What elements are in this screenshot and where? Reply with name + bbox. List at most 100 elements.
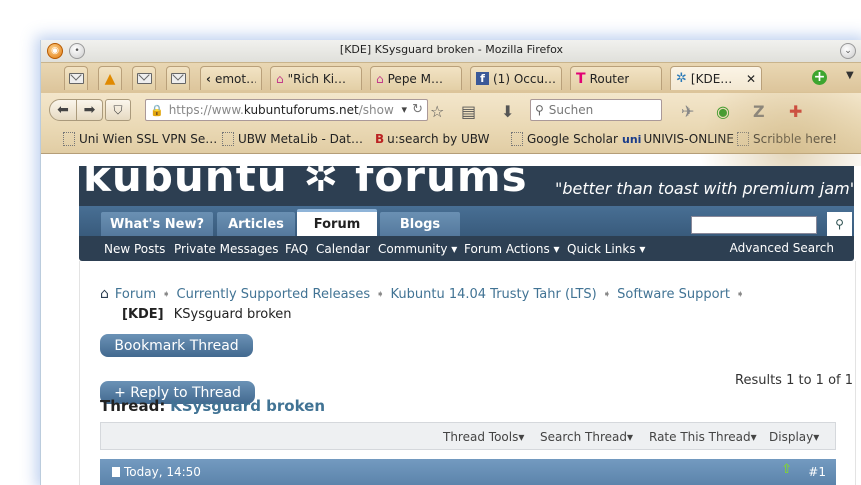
tab-pepe-m[interactable]: ⌂ Pepe M… <box>370 66 462 90</box>
bookmark-ubw-metalib[interactable]: UBW MetaLib - Dat… <box>222 132 363 146</box>
search-input[interactable]: ⚲ Suchen <box>530 99 662 121</box>
bookmark-thread-button[interactable]: Bookmark Thread <box>100 334 253 357</box>
window-collapse-icon[interactable]: ⌄ <box>840 43 856 59</box>
bookmarks-menu-icon[interactable]: ▤ <box>461 102 476 121</box>
zotero-icon[interactable]: Z <box>753 102 765 121</box>
breadcrumb-separator-icon: ➧ <box>376 288 385 300</box>
forum-slogan: "better than toast with premium jam" <box>555 179 854 198</box>
tab-router[interactable]: T Router <box>570 66 662 90</box>
tab-kde-active[interactable]: ✲ [KDE… ✕ <box>670 66 762 90</box>
breadcrumb-supported-releases[interactable]: Currently Supported Releases <box>177 287 371 302</box>
tab-pinned-mail-1[interactable] <box>64 66 88 90</box>
bookmark-scribble[interactable]: Scribble here! <box>737 132 837 146</box>
rate-thread-menu[interactable]: Rate This Thread▾ <box>649 430 757 444</box>
tab-label: Router <box>589 71 630 86</box>
bookmark-icon <box>63 132 75 146</box>
kubuntu-icon: ✲ <box>676 71 687 86</box>
url-domain: kubuntuforums.net <box>243 103 359 117</box>
reload-icon[interactable]: ↻ <box>412 102 423 117</box>
subnav-new-posts[interactable]: New Posts <box>104 242 165 256</box>
mail-icon <box>68 73 84 84</box>
subnav-faq[interactable]: FAQ <box>285 242 308 256</box>
telekom-icon: T <box>576 70 586 87</box>
tab-articles[interactable]: Articles <box>217 212 295 236</box>
bookmark-star-icon[interactable]: ☆ <box>430 102 444 121</box>
home-icon: ⌂ <box>276 71 284 86</box>
tab-list-icon[interactable]: ▼ <box>846 70 854 81</box>
firefox-window: ◉ • [KDE] KSysguard broken - Mozilla Fir… <box>40 40 861 485</box>
thread-tools-menu[interactable]: Thread Tools▾ <box>443 430 524 444</box>
bookmark-usearch[interactable]: Bu:search by UBW <box>375 132 489 146</box>
forum-search-icon[interactable]: ⚲ <box>827 212 852 236</box>
title-bar: ◉ • [KDE] KSysguard broken - Mozilla Fir… <box>41 40 861 62</box>
share-icon[interactable]: ✈ <box>681 102 694 121</box>
breadcrumb-forum[interactable]: Forum <box>115 287 156 302</box>
home-icon: ⌂ <box>376 71 384 86</box>
breadcrumb: ⌂ Forum ➧ Currently Supported Releases ➧… <box>100 286 744 302</box>
url-prefix: https://www. <box>168 103 244 117</box>
back-icon[interactable]: ⬅ <box>49 99 77 121</box>
nav-bar: ⬅ ➡ ⛉ 🔒 https://www. kubuntuforums.net/sh… <box>41 93 861 127</box>
tab-pinned-warning[interactable]: ▲ <box>98 66 122 90</box>
tab-rich-ki[interactable]: ⌂ "Rich Ki… <box>270 66 362 90</box>
addon-green-icon[interactable]: ◉ <box>716 102 730 121</box>
display-menu[interactable]: Display▾ <box>769 430 819 444</box>
bookmark-label: u:search by UBW <box>387 132 490 146</box>
identity-shield-icon[interactable]: ⛉ <box>105 99 131 121</box>
breadcrumb-kubuntu-1404[interactable]: Kubuntu 14.04 Trusty Tahr (LTS) <box>391 287 597 302</box>
bookmark-icon <box>737 132 749 146</box>
forum-nav-tabs: What's New? Articles Forum Blogs ⚲ <box>79 206 854 236</box>
bookmark-univis[interactable]: uni UNIVIS-ONLINE <box>622 132 734 146</box>
download-icon[interactable]: ⬇ <box>501 102 514 121</box>
advanced-search-link[interactable]: Advanced Search <box>730 241 834 255</box>
bookmark-google-scholar[interactable]: Google Scholar <box>511 132 618 146</box>
url-dropdown-icon[interactable]: ▾ <box>401 103 407 116</box>
tab-label: [KDE… <box>690 71 733 86</box>
current-page-title: [KDE] KSysguard broken <box>122 307 292 322</box>
new-tab-icon[interactable]: + <box>812 70 827 85</box>
bookmark-label: UBW MetaLib - Dat… <box>238 132 363 146</box>
warning-icon: ▲ <box>104 70 116 87</box>
thread-label: Thread: <box>100 397 166 415</box>
bookmark-label: Uni Wien SSL VPN Se… <box>79 132 218 146</box>
tab-blogs[interactable]: Blogs <box>380 212 460 236</box>
subnav-private-messages[interactable]: Private Messages <box>174 242 279 256</box>
subnav-community[interactable]: Community ▾ <box>378 242 457 256</box>
breadcrumb-separator-icon: ➧ <box>602 288 612 300</box>
subnav-calendar[interactable]: Calendar <box>316 242 370 256</box>
results-count: Results 1 to 1 of 1 <box>735 373 853 388</box>
tab-emot[interactable]: ‹ emot… <box>200 66 262 90</box>
forum-logo[interactable]: kubuntu ✲ forums <box>83 166 528 201</box>
thread-name[interactable]: KSysguard broken <box>170 397 325 415</box>
tab-whats-new[interactable]: What's New? <box>101 212 213 236</box>
url-bar[interactable]: 🔒 https://www. kubuntuforums.net/show ▾ ↻ <box>145 99 428 121</box>
window-title: [KDE] KSysguard broken - Mozilla Firefox <box>339 43 564 56</box>
post-date: Today, 14:50 <box>112 465 201 479</box>
thread-title: Thread: KSysguard broken <box>100 397 325 415</box>
forum-content: ⌂ Forum ➧ Currently Supported Releases ➧… <box>79 261 856 485</box>
home-icon[interactable]: ⌂ <box>100 286 109 302</box>
subnav-quick-links[interactable]: Quick Links ▾ <box>567 242 645 256</box>
bookmark-label: UNIVIS-ONLINE <box>643 132 734 146</box>
breadcrumb-software-support[interactable]: Software Support <box>617 287 730 302</box>
bookmark-icon <box>222 132 234 146</box>
breadcrumb-separator-icon: ➧ <box>735 288 745 300</box>
post-number[interactable]: #1 <box>808 465 826 479</box>
tab-label: (1) Occu… <box>493 71 556 86</box>
tab-forum[interactable]: Forum <box>297 209 377 236</box>
close-tab-icon[interactable]: ✕ <box>746 72 756 86</box>
subnav-forum-actions[interactable]: Forum Actions ▾ <box>464 242 560 256</box>
forum-search-input[interactable] <box>691 216 817 234</box>
bookmark-uni-wien[interactable]: Uni Wien SSL VPN Se… <box>63 132 217 146</box>
search-thread-menu[interactable]: Search Thread▾ <box>540 430 633 444</box>
thanks-icon[interactable]: ⇧ <box>781 462 792 477</box>
usearch-icon: B <box>375 132 385 146</box>
tab-label: emot… <box>214 71 256 86</box>
tab-pinned-mail-3[interactable] <box>166 66 190 90</box>
tab-facebook[interactable]: f (1) Occu… <box>470 66 562 90</box>
bookmark-label: Scribble here! <box>753 132 838 146</box>
addon-red-icon[interactable]: ✚ <box>789 102 802 121</box>
forward-icon[interactable]: ➡ <box>77 99 103 121</box>
tab-pinned-mail-2[interactable] <box>132 66 156 90</box>
thread-controls: Thread Tools▾ Search Thread▾ Rate This T… <box>100 422 836 450</box>
